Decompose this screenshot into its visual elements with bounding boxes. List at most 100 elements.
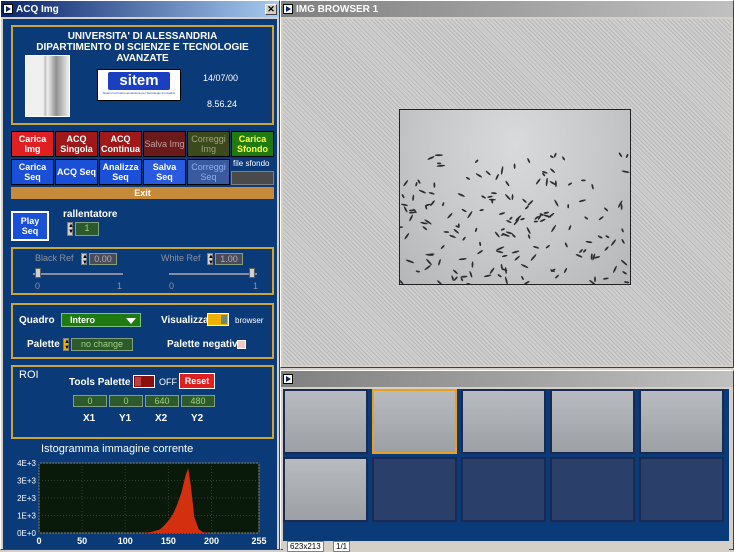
particle: [434, 154, 443, 157]
particle: [494, 231, 500, 238]
white-ref-min: 0: [169, 281, 175, 291]
palette-label: Palette: [27, 339, 60, 350]
white-ref-max: 1: [253, 281, 259, 291]
quadro-label: Quadro: [19, 315, 55, 326]
particle: [408, 211, 416, 214]
particle: [551, 224, 557, 233]
rallentatore-label: rallentatore: [63, 209, 118, 220]
acq-img-window: ACQ Img ✕ UNIVERSITA' DI ALESSANDRIA DIP…: [0, 0, 280, 550]
roi-y1-value[interactable]: 0: [109, 395, 143, 407]
particle: [605, 235, 610, 239]
black-ref-thumb[interactable]: [35, 268, 41, 278]
particle: [550, 168, 555, 173]
thumbnail-empty[interactable]: [639, 457, 724, 522]
histogram-title: Istogramma immagine corrente: [41, 443, 194, 455]
particle: [479, 241, 482, 247]
file-sfondo-label: file sfondo: [233, 159, 270, 168]
reset-button[interactable]: Reset: [179, 373, 215, 389]
correggi-img-button[interactable]: Correggi Img: [187, 131, 230, 157]
sitem-logo-sub: Sistemi ed Instrumentazione per Tecnolog…: [102, 91, 176, 95]
tools-palette-toggle[interactable]: [133, 375, 155, 388]
thumbnail-6[interactable]: [283, 457, 368, 522]
black-ref-value[interactable]: 0.00: [89, 253, 117, 265]
white-ref-spinner[interactable]: ▲ ▼: [207, 253, 214, 266]
particle: [523, 280, 530, 284]
black-ref-spinner[interactable]: ▲ ▼: [81, 253, 88, 266]
file-sfondo-field[interactable]: [231, 171, 274, 185]
particle: [602, 277, 609, 280]
image-canvas[interactable]: [283, 19, 731, 365]
thumbnail-2[interactable]: [372, 389, 457, 454]
roi-y2-value[interactable]: 480: [181, 395, 215, 407]
img-browser-titlebar[interactable]: IMG BROWSER 1: [281, 1, 733, 17]
particle: [465, 176, 471, 180]
particle: [625, 153, 629, 158]
particle: [471, 261, 474, 268]
particle: [401, 203, 408, 207]
particle: [526, 227, 531, 234]
thumbnail-4[interactable]: [550, 389, 635, 454]
acq-singola-button[interactable]: ACQ Singola: [55, 131, 98, 157]
particle: [412, 194, 415, 201]
control-panel: UNIVERSITA' DI ALESSANDRIA DIPARTIMENTO …: [3, 19, 277, 549]
particle: [618, 152, 623, 158]
y-tick-label: 0E+0: [17, 529, 36, 538]
thumbnail-titlebar[interactable]: [281, 371, 733, 387]
particle: [496, 246, 505, 251]
acq-continua-button[interactable]: ACQ Continua: [99, 131, 142, 157]
roi-label: ROI: [19, 369, 39, 381]
particle: [563, 267, 568, 274]
carica-img-button[interactable]: Carica Img: [11, 131, 54, 157]
quadro-select[interactable]: Intero: [61, 313, 141, 327]
particle: [462, 236, 466, 241]
x-tick-label: 200: [204, 536, 219, 546]
palette-negativa-checkbox[interactable]: [237, 340, 246, 349]
close-icon[interactable]: ✕: [265, 3, 277, 15]
white-ref-value[interactable]: 1.00: [215, 253, 243, 265]
thumbnail-1[interactable]: [283, 389, 368, 454]
tools-state: OFF: [159, 377, 177, 387]
exit-button[interactable]: Exit: [11, 187, 274, 199]
current-image[interactable]: [399, 109, 631, 285]
play-seq-button[interactable]: Play Seq: [11, 211, 49, 241]
thumbnail-empty[interactable]: [372, 457, 457, 522]
carica-sfondo-button[interactable]: Carica Sfondo: [231, 131, 274, 157]
toggle-knob: [135, 377, 141, 386]
black-ref-slider[interactable]: [33, 273, 123, 275]
rallentatore-value[interactable]: 1: [75, 222, 99, 236]
palette-value[interactable]: no change: [71, 338, 133, 351]
carica-seq-button[interactable]: Carica Seq: [11, 159, 54, 185]
roi-x1-value[interactable]: 0: [73, 395, 107, 407]
particle: [487, 195, 493, 198]
particle: [511, 194, 514, 200]
correggi-seq-button[interactable]: Correggi Seq: [187, 159, 230, 185]
particle: [479, 209, 484, 212]
particle: [442, 202, 445, 207]
analizza-seq-button[interactable]: Analizza Seq: [99, 159, 142, 185]
particle: [424, 265, 431, 271]
thumbnail-empty[interactable]: [550, 457, 635, 522]
thumbnail-empty[interactable]: [461, 457, 546, 522]
particle: [475, 173, 483, 178]
particle: [430, 200, 435, 207]
salva-img-button[interactable]: Salva Img: [143, 131, 186, 157]
white-ref-thumb[interactable]: [249, 268, 255, 278]
thumbnail-3[interactable]: [461, 389, 546, 454]
salva-seq-button[interactable]: Salva Seq: [143, 159, 186, 185]
rallentatore-spinner[interactable]: ▲ ▼: [67, 222, 74, 236]
roi-y1-label: Y1: [119, 413, 132, 424]
particle: [474, 227, 478, 233]
particle: [579, 249, 583, 253]
visualizza-toggle[interactable]: [207, 313, 229, 326]
white-ref-slider[interactable]: [169, 273, 257, 275]
palette-spinner[interactable]: ▲ ▼: [63, 338, 70, 351]
particle: [488, 198, 496, 201]
particle: [505, 194, 511, 201]
acq-img-titlebar[interactable]: ACQ Img ✕: [1, 1, 279, 17]
particle: [469, 270, 473, 278]
particle: [461, 208, 467, 213]
roi-x2-value[interactable]: 640: [145, 395, 179, 407]
thumbnail-5[interactable]: [639, 389, 724, 454]
roi-box: ROI Tools Palette OFF Reset 0 0 640 480 …: [11, 365, 274, 439]
acq-seq-button[interactable]: ACQ Seq: [55, 159, 98, 185]
